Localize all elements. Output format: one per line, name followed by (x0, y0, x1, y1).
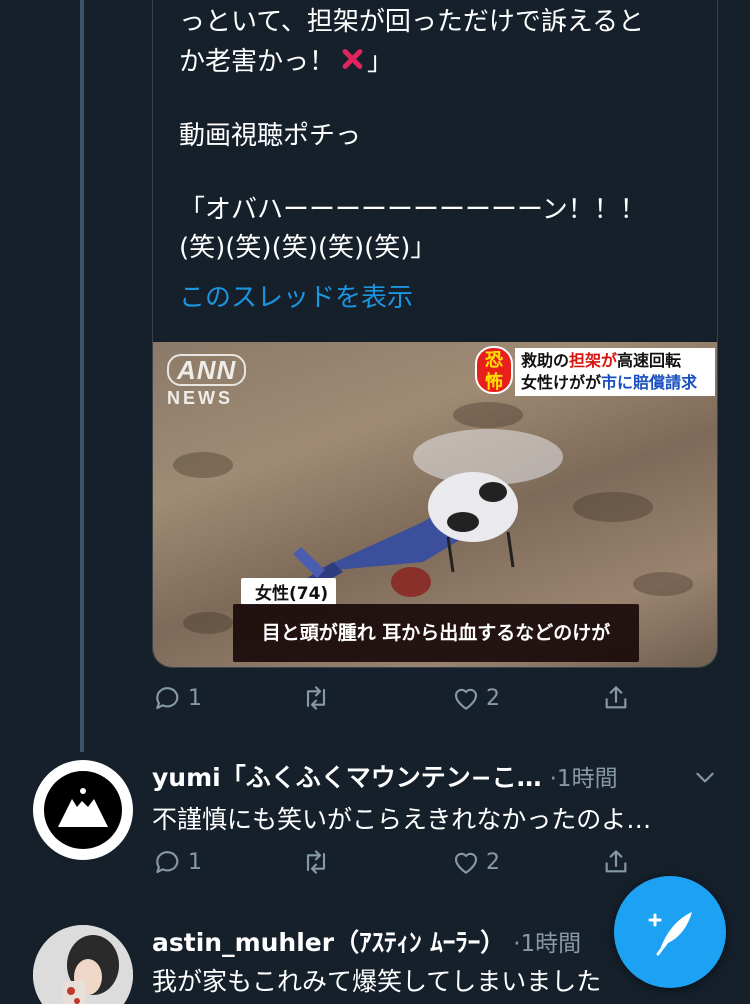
timeline: っといて、担架が回っただけで訴えると か老害かっ！ 」 動画視聴ポチっ 「オバハー… (0, 0, 750, 1004)
anger-emoji-icon (337, 44, 367, 74)
headline-text: 高速回転 (617, 351, 682, 370)
like-count: 2 (486, 685, 500, 711)
reply-count: 1 (188, 849, 202, 875)
avatar-image (44, 771, 122, 849)
like-count: 2 (486, 849, 500, 875)
news-logo-text: NEWS (167, 388, 233, 408)
headline-line-2: 女性けがが市に賠償請求 (521, 372, 709, 394)
display-name[interactable]: astin_muhler（ｱｽﾃｨﾝ ﾑｰﾗｰ） (152, 928, 505, 957)
display-name[interactable]: yumi「ふくふくマウンテン−こ… (152, 763, 542, 792)
quote-line-4: 「オバハーーーーーーーーーーン！！！ (179, 195, 646, 225)
avatar-image (33, 925, 133, 1004)
headline-highlight-red: 担架が (569, 351, 618, 370)
headline-text: 救助の (521, 351, 570, 370)
heart-icon (454, 688, 478, 710)
ann-news-logo: ANN NEWS (167, 354, 257, 412)
retweet-icon (306, 850, 326, 874)
tweet-text: 我が家もこれみて爆笑してしまいました (152, 967, 602, 996)
terrain-rock (173, 452, 233, 478)
tweet-header: yumi「ふくふくマウンテン−こ… ·1時間 (152, 758, 618, 794)
quote-line-2-end: 」 (367, 47, 394, 77)
like-button[interactable]: 2 (450, 682, 500, 714)
reply-button[interactable]: 1 (152, 682, 202, 714)
headline-text: 女性けがが (521, 373, 602, 392)
avatar[interactable] (33, 760, 133, 860)
tweet-header: astin_muhler（ｱｽﾃｨﾝ ﾑｰﾗｰ） ·1時間 (152, 923, 581, 959)
quoted-tweet-card[interactable]: っといて、担架が回っただけで訴えると か老害かっ！ 」 動画視聴ポチっ 「オバハー… (152, 0, 718, 668)
tweet-actions: 1 2 (152, 682, 642, 722)
video-thumbnail[interactable]: ANN NEWS 恐怖 救助の担架が高速回転 女性けがが市に賠償請求 女性(74… (153, 342, 717, 667)
reply-icon (156, 687, 179, 710)
headline-line-1: 救助の担架が高速回転 (521, 350, 709, 372)
news-headline: 救助の担架が高速回転 女性けがが市に賠償請求 (515, 348, 715, 396)
quote-line-2-text: か老害かっ！ (179, 47, 336, 77)
tweet-actions: 1 2 (152, 846, 642, 886)
quote-line-3: 動画視聴ポチっ (179, 121, 362, 151)
reply-icon (156, 851, 179, 874)
share-icon (605, 850, 627, 873)
victim-label: 女性(74) (241, 578, 337, 605)
video-caption: 目と頭が腫れ 耳から出血するなどのけが (233, 604, 639, 662)
mountain-icon (58, 788, 108, 827)
tweet-time[interactable]: ·1時間 (550, 766, 618, 792)
thread-connector-line (80, 0, 84, 752)
retweet-icon (306, 686, 326, 710)
heart-icon (454, 852, 478, 874)
compose-feather-icon (648, 912, 692, 956)
show-thread-link[interactable]: このスレッドを表示 (179, 279, 413, 317)
like-button[interactable]: 2 (450, 846, 500, 878)
share-icon (605, 686, 627, 709)
share-button[interactable] (600, 682, 632, 714)
headline-highlight-blue: 市に賠償請求 (601, 373, 698, 392)
tweet-text: 不謹慎にも笑いがこらえきれなかったのよ… (152, 805, 652, 834)
terrain-rock (633, 572, 693, 596)
tweet-time[interactable]: ·1時間 (513, 931, 581, 957)
avatar[interactable] (33, 925, 133, 1004)
fear-badge: 恐怖 (475, 346, 513, 394)
chevron-down-icon[interactable] (692, 764, 718, 790)
quote-line-2: か老害かっ！ 」 (179, 43, 393, 81)
compose-tweet-button[interactable] (614, 876, 726, 988)
retweet-button[interactable] (300, 846, 332, 878)
reply-count: 1 (188, 685, 202, 711)
ann-logo-text: ANN (167, 354, 247, 386)
share-button[interactable] (600, 846, 632, 878)
quote-line-5: (笑)(笑)(笑)(笑)(笑)」 (179, 233, 437, 263)
retweet-button[interactable] (300, 682, 332, 714)
quote-line-1: っといて、担架が回っただけで訴えると (179, 7, 645, 37)
reply-button[interactable]: 1 (152, 846, 202, 878)
terrain-rock (183, 612, 233, 634)
